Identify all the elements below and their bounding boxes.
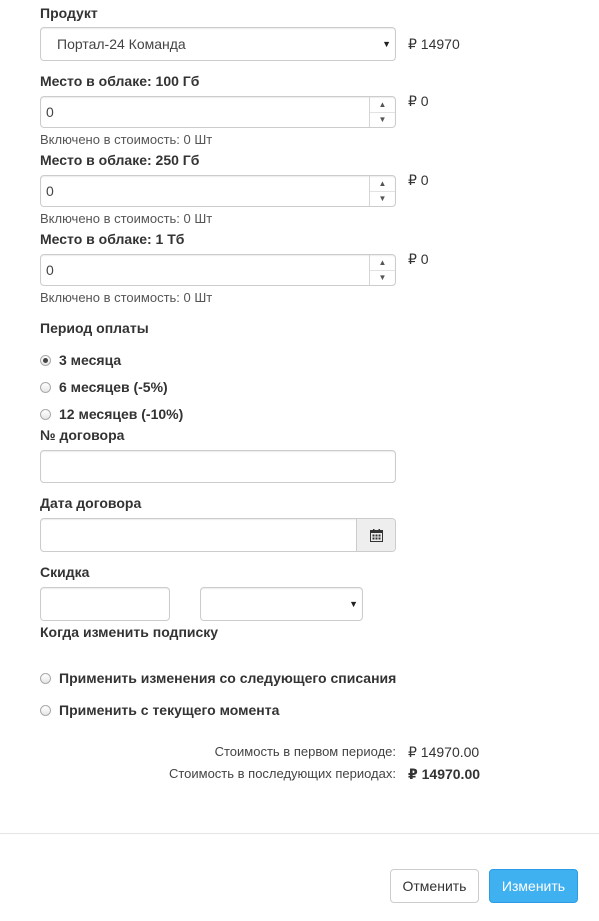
period-option-12m[interactable]: 12 месяцев (-10%) — [40, 406, 183, 422]
change-option-label: Применить с текущего момента — [59, 702, 280, 718]
decrement-icon[interactable]: ▼ — [370, 111, 395, 128]
when-change-label: Когда изменить подписку — [40, 624, 219, 640]
radio-button[interactable] — [40, 354, 51, 366]
stepper-buttons[interactable]: ▲ ▼ — [369, 97, 395, 127]
storage-100-label: Место в облаке: 100 Гб — [40, 73, 200, 89]
decrement-icon[interactable]: ▼ — [370, 269, 395, 286]
period-option-label: 12 месяцев (-10%) — [59, 406, 184, 422]
storage-100-included: Включено в стоимость: 0 Шт — [40, 132, 213, 147]
stepper-buttons[interactable]: ▲ ▼ — [369, 255, 395, 285]
cancel-button[interactable]: Отменить — [390, 869, 479, 903]
increment-icon[interactable]: ▲ — [370, 97, 395, 112]
decrement-icon[interactable]: ▼ — [370, 190, 395, 207]
first-period-cost-label: Стоимость в первом периоде: — [214, 744, 396, 759]
calendar-button[interactable] — [356, 519, 395, 551]
next-periods-cost-value: ₽ 14970.00 — [408, 766, 481, 782]
contract-number-label: № договора — [40, 427, 125, 443]
product-price: ₽ 14970 — [408, 36, 460, 52]
calendar-icon — [369, 528, 383, 542]
storage-250-label: Место в облаке: 250 Гб — [40, 152, 200, 168]
increment-icon[interactable]: ▲ — [370, 176, 395, 191]
storage-100-value: 0 — [46, 104, 54, 120]
product-label: Продукт — [40, 5, 98, 21]
storage-1tb-price: ₽ 0 — [408, 251, 429, 267]
first-period-cost-value: ₽ 14970.00 — [408, 744, 480, 760]
contract-date-input[interactable] — [40, 518, 396, 552]
radio-button[interactable] — [40, 672, 51, 684]
storage-250-price: ₽ 0 — [408, 172, 429, 188]
stepper-buttons[interactable]: ▲ ▼ — [369, 176, 395, 206]
increment-icon[interactable]: ▲ — [370, 255, 395, 270]
footer-divider — [0, 833, 599, 834]
storage-1tb-stepper[interactable]: 0 ▲ ▼ — [40, 254, 396, 286]
storage-1tb-value: 0 — [46, 262, 54, 278]
discount-label: Скидка — [40, 564, 90, 580]
storage-1tb-included: Включено в стоимость: 0 Шт — [40, 290, 213, 305]
storage-100-stepper[interactable]: 0 ▲ ▼ — [40, 96, 396, 128]
storage-100-price: ₽ 0 — [408, 93, 429, 109]
chevron-down-icon: ▼ — [382, 39, 391, 49]
discount-type-select[interactable]: ▼ — [200, 587, 363, 621]
next-periods-cost-label: Стоимость в последующих периодах: — [168, 766, 396, 781]
payment-period-label: Период оплаты — [40, 320, 149, 336]
discount-input[interactable] — [40, 587, 170, 621]
period-option-6m[interactable]: 6 месяцев (-5%) — [40, 379, 168, 395]
storage-1tb-label: Место в облаке: 1 Тб — [40, 231, 185, 247]
product-select-value: Портал-24 Команда — [57, 36, 186, 52]
storage-250-value: 0 — [46, 183, 54, 199]
submit-button[interactable]: Изменить — [489, 869, 578, 903]
period-option-label: 3 месяца — [59, 352, 122, 368]
change-option-label: Применить изменения со следующего списан… — [59, 670, 397, 686]
radio-button[interactable] — [40, 704, 51, 716]
radio-button[interactable] — [40, 408, 51, 420]
contract-number-input[interactable] — [40, 450, 396, 483]
radio-button[interactable] — [40, 381, 51, 393]
period-option-3m[interactable]: 3 месяца — [40, 352, 121, 368]
chevron-down-icon: ▼ — [349, 599, 358, 609]
change-option-next-billing[interactable]: Применить изменения со следующего списан… — [40, 670, 396, 686]
period-option-label: 6 месяцев (-5%) — [59, 379, 168, 395]
storage-250-stepper[interactable]: 0 ▲ ▼ — [40, 175, 396, 207]
product-select[interactable]: Портал-24 Команда ▼ — [40, 27, 396, 61]
change-option-now[interactable]: Применить с текущего момента — [40, 702, 279, 718]
contract-date-label: Дата договора — [40, 495, 142, 511]
storage-250-included: Включено в стоимость: 0 Шт — [40, 211, 213, 226]
